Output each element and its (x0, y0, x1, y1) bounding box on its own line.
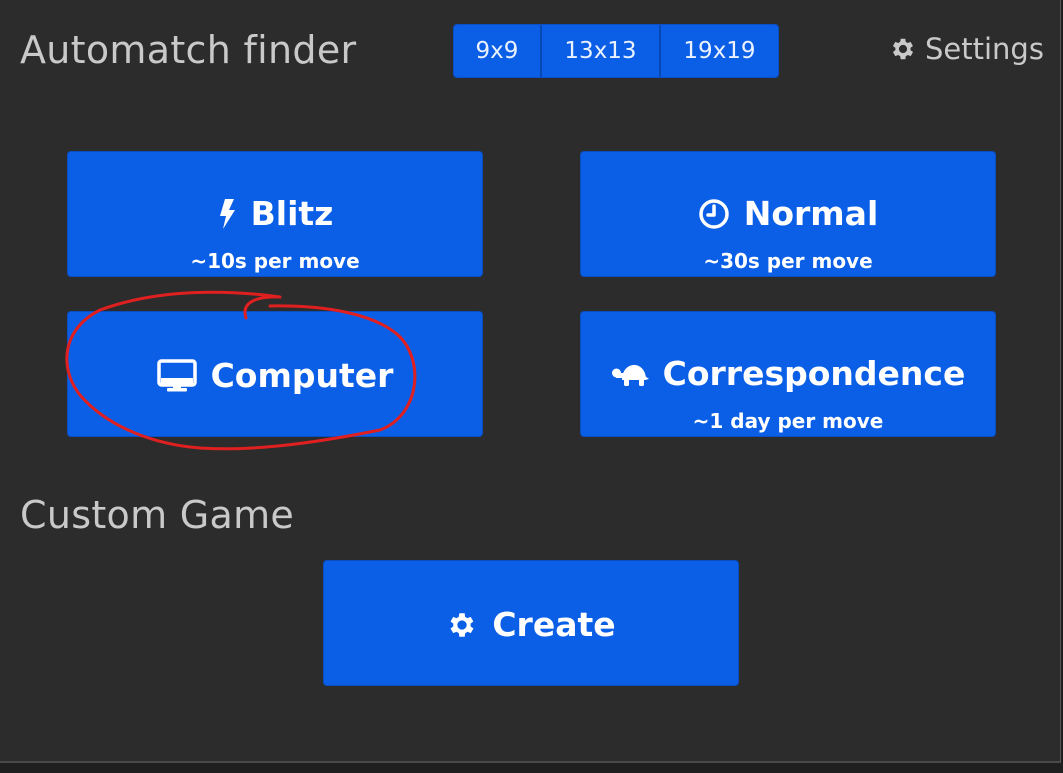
create-label: Create (492, 605, 616, 644)
computer-label: Computer (210, 356, 394, 395)
correspondence-label: Correspondence (662, 354, 966, 393)
lightning-icon (219, 198, 235, 229)
blitz-title: Blitz (68, 194, 482, 233)
blitz-label: Blitz (250, 194, 334, 233)
normal-button[interactable]: Normal ~30s per move (580, 151, 996, 277)
gear-icon (450, 612, 474, 637)
correspondence-title: Correspondence (581, 354, 995, 393)
create-title: Create (324, 605, 738, 644)
desktop-icon (156, 358, 197, 391)
board-size-9x9-button[interactable]: 9x9 (454, 25, 542, 77)
board-size-selector: 9x9 13x13 19x19 (453, 24, 779, 78)
normal-subtitle: ~30s per move (703, 249, 873, 273)
settings-label: Settings (925, 32, 1044, 66)
blitz-button[interactable]: Blitz ~10s per move (67, 151, 483, 277)
automatch-panel: Automatch finder 9x9 13x13 19x19 Setting… (0, 0, 1061, 763)
create-button[interactable]: Create (323, 560, 739, 686)
gear-icon (892, 38, 914, 60)
custom-game-title: Custom Game (20, 493, 295, 537)
automatch-title: Automatch finder (20, 28, 357, 72)
blitz-subtitle: ~10s per move (190, 249, 360, 273)
normal-label: Normal (743, 194, 879, 233)
correspondence-button[interactable]: Correspondence ~1 day per move (580, 311, 996, 437)
computer-button[interactable]: Computer (67, 311, 483, 437)
turtle-icon (611, 364, 649, 386)
computer-title: Computer (68, 356, 482, 395)
settings-link[interactable]: Settings (889, 32, 1044, 66)
correspondence-subtitle: ~1 day per move (692, 409, 884, 433)
clock-icon (698, 198, 729, 229)
normal-title: Normal (581, 194, 995, 233)
board-size-13x13-button[interactable]: 13x13 (542, 25, 661, 77)
board-size-19x19-button[interactable]: 19x19 (661, 25, 778, 77)
